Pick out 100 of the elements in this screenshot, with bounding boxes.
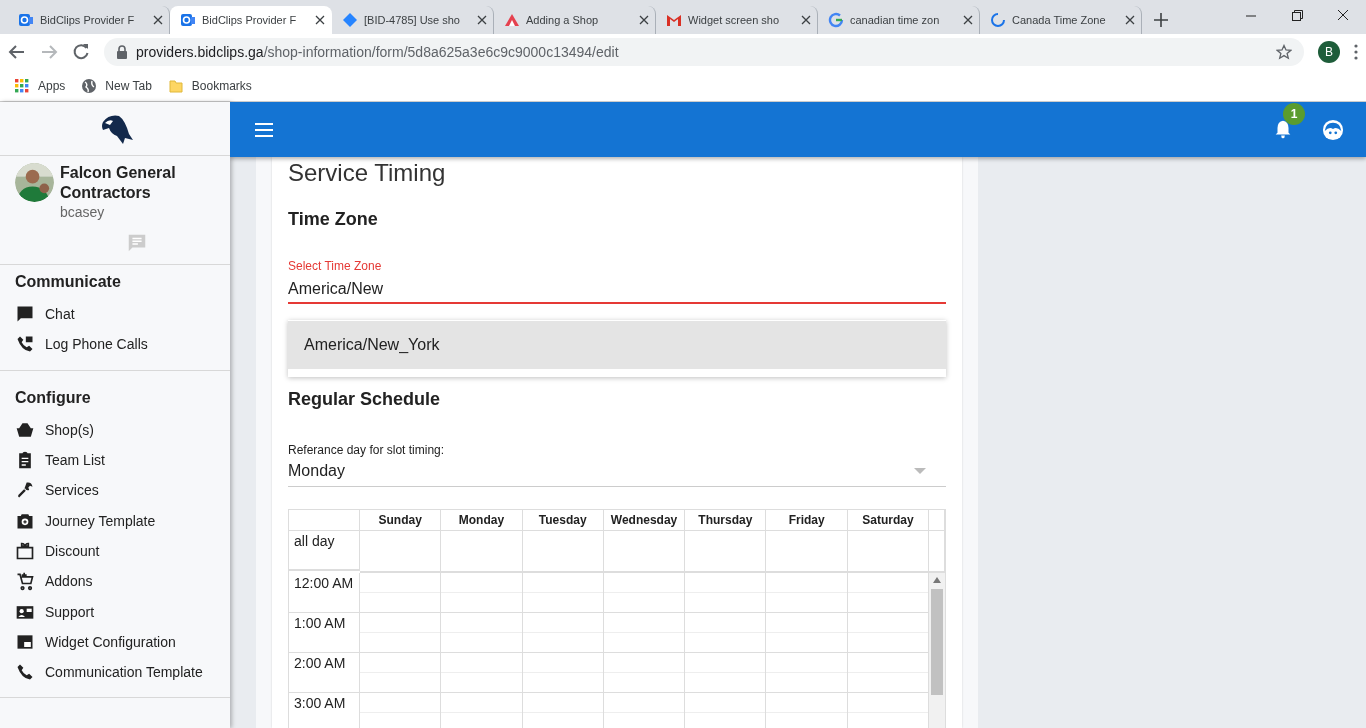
apps-icon <box>14 77 30 94</box>
forward-icon[interactable] <box>40 43 58 61</box>
all-day-label: all day <box>289 531 360 571</box>
section-title: Communicate <box>15 272 121 292</box>
time-zone-field[interactable]: America/New <box>288 274 946 304</box>
back-icon[interactable] <box>8 43 26 61</box>
app-icon <box>18 12 34 28</box>
calendar-cell[interactable] <box>441 573 523 613</box>
day-header: Monday <box>441 510 523 531</box>
calendar-cell[interactable] <box>685 613 767 653</box>
cart-icon <box>15 571 35 592</box>
nav-item[interactable]: Widget Configuration <box>45 633 176 650</box>
close-icon[interactable] <box>963 15 973 25</box>
nav-item[interactable]: Services <box>45 482 99 499</box>
bookmark-link[interactable]: Bookmarks <box>191 78 252 93</box>
calendar-cell[interactable] <box>847 573 930 613</box>
nav-item[interactable]: Discount <box>45 542 100 559</box>
url-path: /shop-information/form/5d8a625a3e6c9c9000c13494/edit <box>263 44 619 60</box>
day-header: Tuesday <box>522 510 604 531</box>
url-host: providers.bidclips.ga <box>136 44 264 60</box>
calendar-cell[interactable] <box>522 573 604 613</box>
calendar-cell[interactable] <box>441 613 523 653</box>
section-title: Configure <box>15 387 91 408</box>
calendar-cell[interactable] <box>522 653 604 693</box>
reload-icon[interactable] <box>72 43 90 61</box>
app-icon <box>180 12 196 28</box>
nav-item[interactable]: Addons <box>45 573 93 590</box>
calendar-cell[interactable] <box>441 693 523 728</box>
nav-item[interactable]: Chat <box>45 306 75 323</box>
nav-item[interactable]: Log Phone Calls <box>45 336 148 353</box>
triangle-icon <box>504 12 520 28</box>
loading-icon <box>990 12 1006 28</box>
browser-tab[interactable]: BidClips Provider F <box>170 6 332 34</box>
day-header: Sunday <box>360 510 442 531</box>
new-tab-icon[interactable] <box>1154 13 1168 27</box>
nav-item[interactable]: Communication Template <box>45 664 203 681</box>
calendar-cell[interactable] <box>522 613 604 653</box>
username: bcasey <box>60 204 106 220</box>
calendar-cell[interactable] <box>603 573 686 613</box>
bookmark-link[interactable]: Apps <box>38 78 66 93</box>
chat-icon <box>15 304 35 325</box>
field-label: Referance day for slot timing: <box>288 443 445 457</box>
section-heading: Regular Schedule <box>288 389 441 410</box>
gift-icon <box>15 540 35 561</box>
calendar-cell[interactable] <box>360 653 442 693</box>
user-name: Falcon General Contractors <box>60 163 177 203</box>
close-icon[interactable] <box>477 15 487 25</box>
day-header: Wednesday <box>603 510 686 531</box>
folder-icon <box>167 77 184 94</box>
calendar-cell[interactable] <box>766 573 848 613</box>
field-label: Select Time Zone <box>288 259 382 273</box>
day-header: Thursday <box>685 510 767 531</box>
close-icon[interactable] <box>639 15 649 25</box>
close-icon[interactable] <box>801 15 811 25</box>
calendar-cell[interactable] <box>603 613 686 653</box>
calendar-cell[interactable] <box>441 653 523 693</box>
nav-item[interactable]: Team List <box>45 452 105 469</box>
calendar-cell[interactable] <box>847 613 930 653</box>
day-select[interactable]: Monday <box>288 458 946 487</box>
nav-item[interactable]: Support <box>45 603 95 620</box>
google-icon <box>828 12 844 28</box>
calendar-cell[interactable] <box>685 573 767 613</box>
nav-item[interactable]: Journey Template <box>45 512 156 529</box>
notification-count: 1 <box>1283 102 1305 125</box>
calendar-cell[interactable] <box>766 613 848 653</box>
calendar-cell[interactable] <box>766 693 848 728</box>
calendar-cell[interactable] <box>360 613 442 653</box>
profile-avatar[interactable]: B <box>1318 41 1340 63</box>
calendar-cell[interactable] <box>522 693 604 728</box>
avatar-icon[interactable] <box>1322 118 1344 141</box>
menu-icon[interactable] <box>1354 44 1358 60</box>
globe-icon <box>81 77 98 94</box>
calendar-cell[interactable] <box>603 653 686 693</box>
card-title: Service Timing <box>288 158 446 187</box>
dropdown-option[interactable]: America/New_York <box>288 321 946 369</box>
calendar-cell[interactable] <box>360 573 442 613</box>
calendar-cell[interactable] <box>360 693 442 728</box>
menu-icon[interactable] <box>254 121 274 138</box>
close-icon[interactable] <box>153 15 163 25</box>
nav-item[interactable]: Shop(s) <box>45 421 95 438</box>
calendar-cell[interactable] <box>603 693 686 728</box>
bookmark-star-icon[interactable] <box>1276 44 1292 60</box>
address-bar[interactable]: providers.bidclips.ga/shop-information/form/5d8a625a3e6c9c9000c13494/edit <box>104 38 1304 66</box>
calendar-cell[interactable] <box>685 653 767 693</box>
scroll-up-icon[interactable] <box>933 577 942 583</box>
close-icon[interactable] <box>315 15 325 25</box>
calendar-cell[interactable] <box>766 653 848 693</box>
scrollbar-thumb[interactable] <box>931 589 943 695</box>
lock-icon <box>116 45 128 59</box>
calendar-cell[interactable] <box>847 653 930 693</box>
calendar-cell[interactable] <box>847 693 930 728</box>
day-header: Saturday <box>847 510 930 531</box>
diamond-icon <box>342 12 358 28</box>
calendar-cell[interactable] <box>685 693 767 728</box>
caret-icon <box>914 467 926 475</box>
scrollbar[interactable] <box>929 573 945 728</box>
mail-icon <box>666 12 682 28</box>
day-header: Friday <box>766 510 848 531</box>
close-icon[interactable] <box>1125 15 1135 25</box>
bookmark-link[interactable]: New Tab <box>105 78 152 93</box>
